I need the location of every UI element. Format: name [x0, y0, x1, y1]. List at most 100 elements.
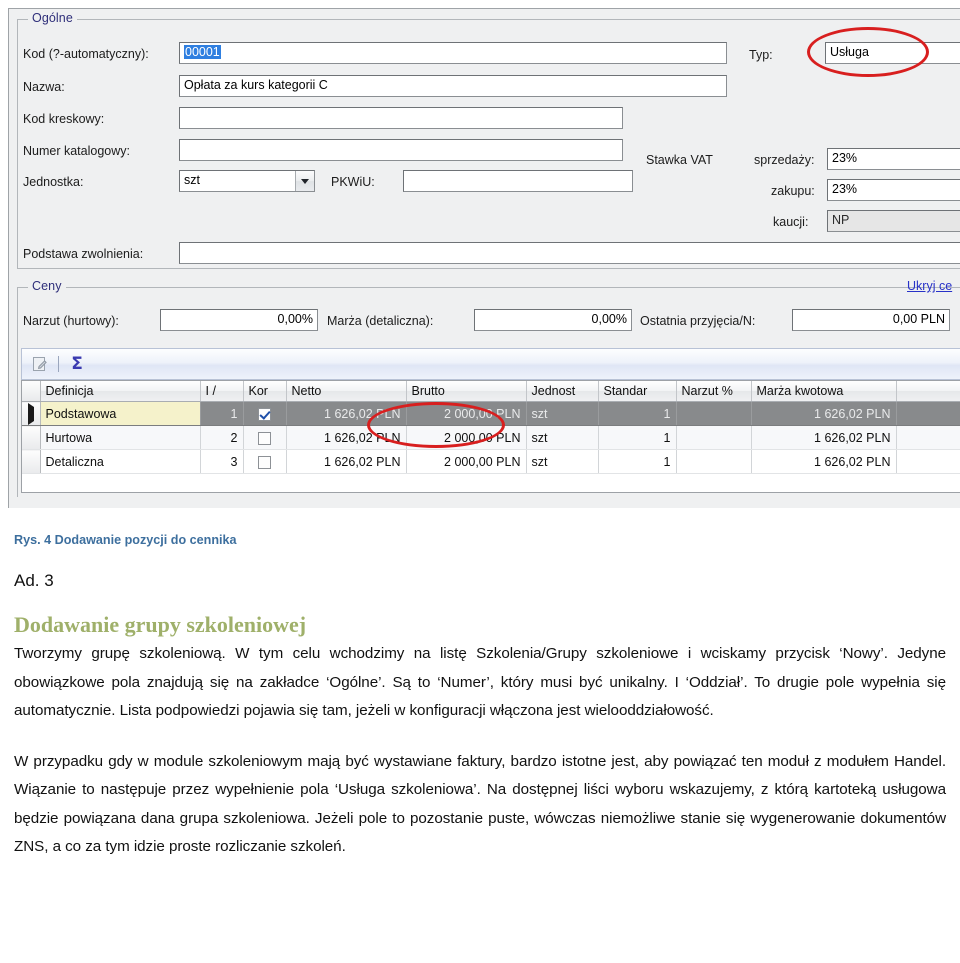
label-typ: Typ:: [749, 48, 773, 62]
input-kod[interactable]: 00001: [179, 42, 727, 64]
label-narzut-hurtowy: Narzut (hurtowy):: [23, 314, 119, 328]
label-podstawa-zwolnienia: Podstawa zwolnienia:: [23, 247, 144, 261]
groupbox-ceny-legend: Ceny: [28, 279, 66, 293]
input-vat-zakupu[interactable]: 23%: [827, 179, 960, 201]
input-typ[interactable]: Usługa: [825, 42, 960, 64]
label-numer-katalogowy: Numer katalogowy:: [23, 144, 130, 158]
checkbox-kor[interactable]: [258, 407, 271, 421]
input-kod-kreskowy[interactable]: [179, 107, 623, 129]
col-kor[interactable]: Kor: [243, 381, 287, 402]
cell-brutto: 2 000,00 PLN: [406, 425, 527, 450]
cell-brutto: 2 000,00 PLN: [406, 449, 527, 474]
input-kod-value: 00001: [184, 45, 221, 59]
cell-brutto: 2 000,00 PLN: [406, 401, 527, 426]
checkbox-kor[interactable]: [258, 431, 271, 445]
cell-lp: 1: [200, 401, 244, 426]
cell-narzut-proc: [676, 449, 752, 474]
cell-standard: 1: [598, 401, 677, 426]
label-kod-kreskowy: Kod kreskowy:: [23, 112, 105, 126]
groupbox-ogolne-legend: Ogólne: [28, 11, 77, 25]
input-vat-kaucji: NP: [827, 210, 960, 232]
input-pkwiu[interactable]: [403, 170, 633, 192]
input-nazwa[interactable]: Opłata za kurs kategorii C: [179, 75, 727, 97]
grid-toolbar: Σ: [21, 348, 960, 380]
label-kod: Kod (?-automatyczny):: [23, 47, 149, 61]
cell-netto: 1 626,02 PLN: [286, 401, 407, 426]
figure-caption: Rys. 4 Dodawanie pozycji do cennika: [14, 533, 237, 547]
cell-marza-kwotowa: 1 626,02 PLN: [751, 449, 897, 474]
col-netto[interactable]: Netto: [286, 381, 407, 402]
label-nazwa: Nazwa:: [23, 80, 65, 94]
cell-kor[interactable]: [243, 449, 287, 474]
page-title: Dodawanie grupy szkoleniowej: [14, 612, 307, 637]
label-vat-kaucji: kaucji:: [773, 215, 809, 229]
cell-standard: 1: [598, 449, 677, 474]
col-indicator: [22, 381, 41, 402]
cell-netto: 1 626,02 PLN: [286, 425, 407, 450]
link-ukryj-ceny[interactable]: Ukryj ce: [907, 279, 952, 293]
row-indicator: [22, 425, 41, 450]
cell-marza-kwotowa: 1 626,02 PLN: [751, 401, 897, 426]
col-definicja[interactable]: Definicja: [40, 381, 201, 402]
cell-definicja: Podstawowa: [40, 401, 201, 426]
input-narzut-hurtowy[interactable]: 0,00%: [160, 309, 318, 331]
prices-grid[interactable]: Definicja I / Kor Netto Brutto Jednost S…: [21, 380, 960, 493]
input-marza-detaliczna[interactable]: 0,00%: [474, 309, 632, 331]
row-indicator: [22, 401, 41, 426]
col-marza-kwotowa[interactable]: Marża kwotowa: [751, 381, 897, 402]
cell-kor[interactable]: [243, 425, 287, 450]
combo-jednostka-value: szt: [184, 173, 200, 187]
label-pkwiu: PKWiU:: [331, 175, 375, 189]
cell-filler: [896, 425, 960, 450]
label-vat-zakupu: zakupu:: [771, 184, 815, 198]
document-body: Rys. 4 Dodawanie pozycji do cennika Ad. …: [0, 532, 960, 862]
col-filler: [896, 381, 960, 402]
col-jednostka[interactable]: Jednost: [526, 381, 599, 402]
table-row[interactable]: Detaliczna 3 1 626,02 PLN 2 000,00 PLN s…: [22, 449, 960, 474]
label-marza-detaliczna: Marża (detaliczna):: [327, 314, 434, 328]
toolbar-separator: [58, 356, 59, 372]
paragraph-1: Tworzymy grupę szkoleniową. W tym celu w…: [14, 645, 946, 719]
col-brutto[interactable]: Brutto: [406, 381, 527, 402]
cell-narzut-proc: [676, 425, 752, 450]
col-lp[interactable]: I /: [200, 381, 244, 402]
row-indicator: [22, 449, 41, 474]
cell-definicja: Detaliczna: [40, 449, 201, 474]
table-row[interactable]: Hurtowa 2 1 626,02 PLN 2 000,00 PLN szt …: [22, 425, 960, 450]
input-ostatnia-przyjecia[interactable]: 0,00 PLN: [792, 309, 950, 331]
cell-jednostka: szt: [526, 425, 599, 450]
sigma-sum-glyph: Σ: [71, 353, 83, 374]
input-podstawa-zwolnienia[interactable]: [179, 242, 960, 264]
cell-marza-kwotowa: 1 626,02 PLN: [751, 425, 897, 450]
table-row[interactable]: Podstawowa 1 1 626,02 PLN 2 000,00 PLN s…: [22, 401, 960, 426]
input-vat-sprzedazy[interactable]: 23%: [827, 148, 960, 170]
groupbox-ogolne-legend-text: Ogólne: [32, 11, 73, 25]
input-numer-katalogowy[interactable]: [179, 139, 623, 161]
cell-kor[interactable]: [243, 401, 287, 426]
combo-jednostka-dropdown-button[interactable]: [295, 171, 314, 191]
label-vat-sprzedazy: sprzedaży:: [754, 153, 815, 167]
cell-lp: 3: [200, 449, 244, 474]
figure-screenshot: Ogólne Kod (?-automatyczny): 00001 Typ: …: [0, 0, 960, 516]
checkbox-kor[interactable]: [258, 455, 271, 469]
pencil-edit-icon[interactable]: [30, 354, 50, 374]
col-narzut-proc[interactable]: Narzut %: [676, 381, 752, 402]
combo-jednostka[interactable]: szt: [179, 170, 315, 192]
label-ostatnia-przyjecia: Ostatnia przyjęcia/N:: [640, 314, 756, 328]
cell-jednostka: szt: [526, 401, 599, 426]
ad-line: Ad. 3: [14, 571, 54, 590]
cell-definicja: Hurtowa: [40, 425, 201, 450]
cell-filler: [896, 449, 960, 474]
cell-netto: 1 626,02 PLN: [286, 449, 407, 474]
chevron-down-icon: [301, 178, 309, 184]
groupbox-ceny-legend-text: Ceny: [32, 279, 62, 293]
paragraph-2: W przypadku gdy w module szkoleniowym ma…: [14, 752, 946, 856]
row-arrow-icon: [27, 402, 34, 425]
cell-filler: [896, 401, 960, 426]
label-stawka-vat: Stawka VAT: [646, 153, 713, 167]
table-header-row: Definicja I / Kor Netto Brutto Jednost S…: [22, 381, 960, 402]
cell-lp: 2: [200, 425, 244, 450]
app-window-crop: Ogólne Kod (?-automatyczny): 00001 Typ: …: [8, 8, 960, 508]
sigma-sum-icon[interactable]: Σ: [67, 354, 87, 374]
col-standard[interactable]: Standar: [598, 381, 677, 402]
